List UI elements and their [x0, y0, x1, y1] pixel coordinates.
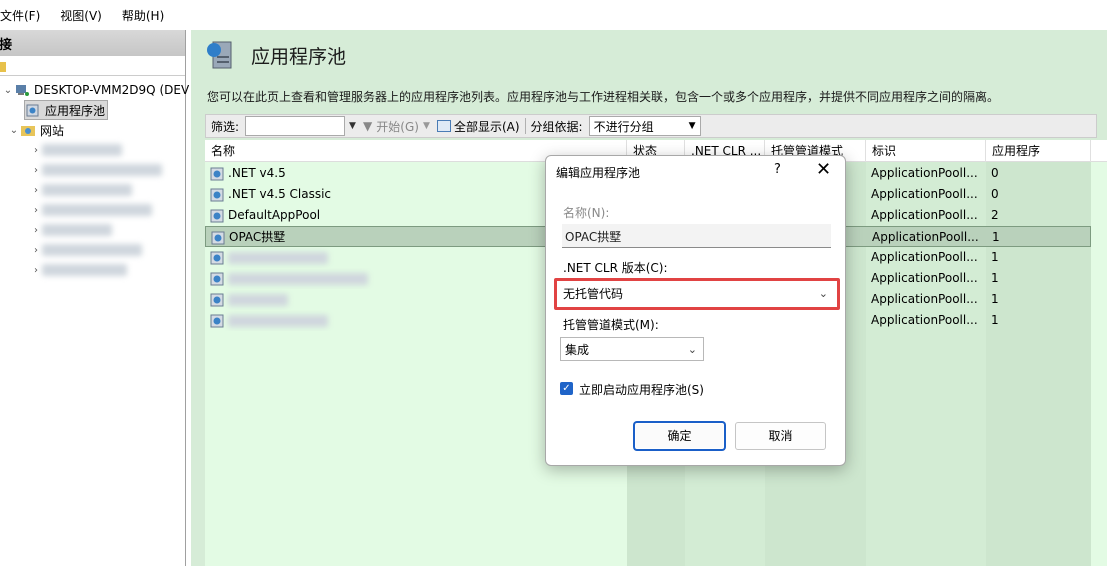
chevron-down-icon[interactable]: ⌄ [8, 125, 20, 136]
edit-app-pool-dialog: 编辑应用程序池 ? ✕ 名称(N): OPAC拱墅 .NET CLR 版本(C)… [545, 155, 846, 466]
name-field: OPAC拱墅 [562, 224, 831, 248]
cell-identity: ApplicationPooll... [872, 230, 979, 244]
tree-item-site[interactable]: › [30, 220, 112, 240]
connections-title: 连接 [0, 38, 13, 53]
tree-item-site[interactable]: › [30, 200, 152, 220]
column-header-identity[interactable]: 标识 [866, 140, 986, 162]
clr-version-value: 无托管代码 [563, 286, 624, 301]
ok-button[interactable]: 确定 [634, 422, 725, 450]
start-immediately-label[interactable]: 立即启动应用程序池(S) [579, 381, 704, 398]
page-description: 您可以在此页上查看和管理服务器上的应用程序池列表。应用程序池与工作进程相关联，包… [207, 90, 1000, 104]
app-pool-icon [210, 293, 224, 306]
pool-name: DefaultAppPool [228, 208, 321, 222]
cell-apps: 2 [991, 208, 999, 222]
pool-name: .NET v4.5 [228, 166, 286, 180]
server-icon [16, 85, 29, 96]
group-by-select[interactable]: 不进行分组 ▼ [588, 116, 701, 136]
app-pool-icon [26, 104, 39, 117]
go-button[interactable]: 开始(G) [376, 118, 419, 135]
cell-apps: 0 [991, 166, 999, 180]
group-by-value: 不进行分组 [593, 119, 654, 134]
group-by-label: 分组依据: [530, 119, 583, 134]
filter-bar: 筛选: ▼ ▼ 开始(G) ▼ 全部显示(A) 分组依据: 不进行分组 ▼ [205, 114, 1097, 138]
app-pool-icon [211, 231, 225, 244]
chevron-down-icon[interactable]: ⌄ [2, 85, 14, 96]
folder-icon[interactable] [0, 62, 6, 72]
filter-input[interactable] [245, 116, 346, 136]
cancel-button[interactable]: 取消 [735, 422, 826, 450]
clr-version-label: .NET CLR 版本(C): [563, 261, 668, 275]
redacted-name [228, 272, 368, 285]
redacted-name [228, 251, 328, 264]
tree-item-site[interactable]: › [30, 260, 127, 280]
connections-header: 连接 [0, 30, 185, 56]
app-pool-icon [210, 251, 224, 264]
chevron-down-icon: ⌄ [687, 342, 697, 356]
close-icon[interactable]: ✕ [816, 159, 831, 180]
tree-label-server: DESKTOP-VMM2D9Q (DEV [34, 83, 190, 97]
dialog-title: 编辑应用程序池 [556, 166, 641, 180]
tree-label-sites: 网站 [40, 123, 65, 138]
connections-toolbar [0, 56, 185, 76]
page-header: 应用程序池 [203, 38, 346, 72]
app-pools-large-icon [207, 41, 232, 69]
tree-item-sites[interactable]: ⌄ 网站 [8, 120, 64, 140]
pool-name: OPAC拱墅 [229, 230, 286, 244]
tree-item-app-pools[interactable]: 应用程序池 [24, 100, 109, 120]
show-all-button[interactable]: 全部显示(A) [454, 118, 520, 135]
clr-version-select[interactable]: 无托管代码 ⌄ [559, 281, 834, 305]
sites-folder-icon [21, 126, 35, 136]
cell-apps: 1 [991, 271, 999, 285]
app-pool-icon [210, 188, 224, 201]
go-dropdown-icon[interactable]: ▼ [423, 121, 433, 131]
page-title: 应用程序池 [251, 45, 347, 68]
cell-identity: ApplicationPooll... [871, 250, 978, 264]
start-immediately-checkbox[interactable]: ✓ [560, 382, 573, 395]
cell-apps: 1 [991, 250, 999, 264]
tree-item-site[interactable]: › [30, 160, 162, 180]
tree-label-app-pools: 应用程序池 [45, 103, 106, 118]
pipeline-mode-label: 托管管道模式(M): [563, 318, 659, 332]
menu-file[interactable]: 文件(F) [0, 7, 50, 24]
tree-item-site[interactable]: › [30, 240, 142, 260]
tree-item-server[interactable]: ⌄ DESKTOP-VMM2D9Q (DEV [2, 80, 189, 100]
filter-label: 筛选: [211, 119, 240, 134]
filter-dropdown-icon[interactable]: ▼ [349, 121, 359, 131]
menu-bar: 文件(F) 视图(V) 帮助(H) [0, 0, 1107, 30]
menu-view[interactable]: 视图(V) [60, 7, 112, 24]
tree-item-site[interactable]: › [30, 180, 132, 200]
chevron-down-icon: ⌄ [818, 286, 828, 300]
cell-apps: 0 [991, 187, 999, 201]
cell-identity: ApplicationPooll... [871, 208, 978, 222]
cell-identity: ApplicationPooll... [871, 166, 978, 180]
app-pool-icon [210, 167, 224, 180]
menu-help[interactable]: 帮助(H) [122, 7, 174, 24]
show-all-icon [436, 120, 451, 132]
pipeline-mode-select[interactable]: 集成 ⌄ [560, 337, 704, 361]
help-icon[interactable]: ? [774, 162, 781, 177]
cell-identity: ApplicationPooll... [871, 187, 978, 201]
cell-identity: ApplicationPooll... [871, 271, 978, 285]
app-pool-icon [210, 209, 224, 222]
chevron-down-icon: ▼ [688, 121, 696, 131]
column-header-apps[interactable]: 应用程序 [986, 140, 1091, 162]
tree-item-site[interactable]: › [30, 140, 122, 160]
cell-apps: 1 [991, 313, 999, 327]
pool-name: .NET v4.5 Classic [228, 187, 332, 201]
redacted-name [228, 293, 288, 306]
redacted-name [228, 314, 328, 327]
connections-panel: 连接 ⌄ DESKTOP-VMM2D9Q (DEV 应用程序池 ⌄ 网站 › ›… [0, 30, 189, 566]
cell-identity: ApplicationPooll... [871, 292, 978, 306]
toolbar-separator [524, 118, 526, 134]
name-label: 名称(N): [563, 206, 610, 220]
pipeline-mode-value: 集成 [565, 342, 590, 357]
app-pool-icon [210, 272, 224, 285]
go-funnel-icon: ▼ [363, 119, 373, 133]
app-pool-icon [210, 314, 224, 327]
cell-identity: ApplicationPooll... [871, 313, 978, 327]
cell-apps: 1 [991, 292, 999, 306]
cell-apps: 1 [992, 230, 1000, 244]
